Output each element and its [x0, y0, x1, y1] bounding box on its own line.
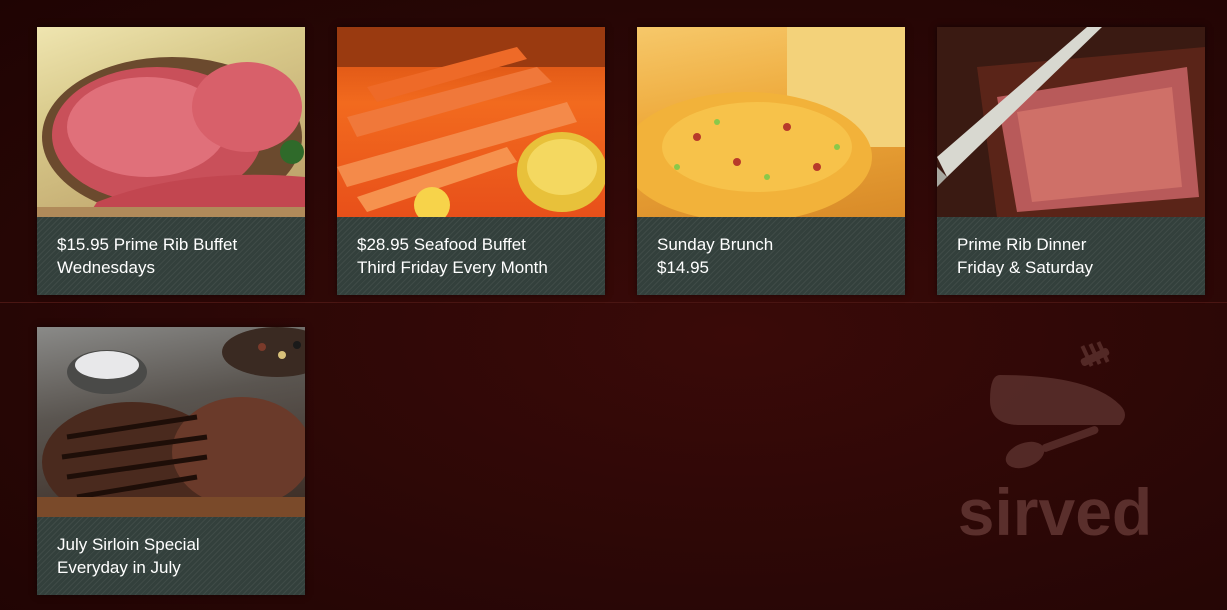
sirved-watermark: sirved — [930, 335, 1180, 550]
special-title: July Sirloin Special — [57, 535, 200, 554]
carved-prime-rib-photo — [937, 27, 1205, 217]
special-caption: $28.95 Seafood Buffet Third Friday Every… — [337, 217, 605, 295]
row-divider — [0, 302, 1227, 303]
special-caption: $15.95 Prime Rib Buffet Wednesdays — [37, 217, 305, 295]
special-detail: Friday & Saturday — [957, 258, 1094, 277]
special-title: Sunday Brunch — [657, 235, 774, 254]
special-card-seafood-buffet[interactable]: $28.95 Seafood Buffet Third Friday Every… — [337, 27, 605, 295]
special-title: $28.95 Seafood Buffet — [357, 235, 526, 254]
prime-rib-roast-photo — [37, 27, 305, 217]
special-card-prime-rib-buffet[interactable]: $15.95 Prime Rib Buffet Wednesdays — [37, 27, 305, 295]
knife-fork-spoon-icon: sirved — [958, 341, 1152, 549]
special-detail: $14.95 — [657, 258, 709, 277]
watermark-text: sirved — [958, 475, 1152, 549]
special-title: Prime Rib Dinner — [957, 235, 1087, 254]
crab-legs-photo — [337, 27, 605, 217]
special-caption: July Sirloin Special Everyday in July — [37, 517, 305, 595]
special-card-prime-rib-dinner[interactable]: Prime Rib Dinner Friday & Saturday — [937, 27, 1205, 295]
special-detail: Wednesdays — [57, 258, 155, 277]
omelette-photo — [637, 27, 905, 217]
special-caption: Prime Rib Dinner Friday & Saturday — [937, 217, 1205, 295]
special-title: $15.95 Prime Rib Buffet — [57, 235, 238, 254]
special-detail: Everyday in July — [57, 558, 181, 577]
special-caption: Sunday Brunch $14.95 — [637, 217, 905, 295]
special-card-july-sirloin[interactable]: July Sirloin Special Everyday in July — [37, 327, 305, 595]
special-detail: Third Friday Every Month — [357, 258, 548, 277]
special-card-sunday-brunch[interactable]: Sunday Brunch $14.95 — [637, 27, 905, 295]
grilled-sirloin-photo — [37, 327, 305, 517]
